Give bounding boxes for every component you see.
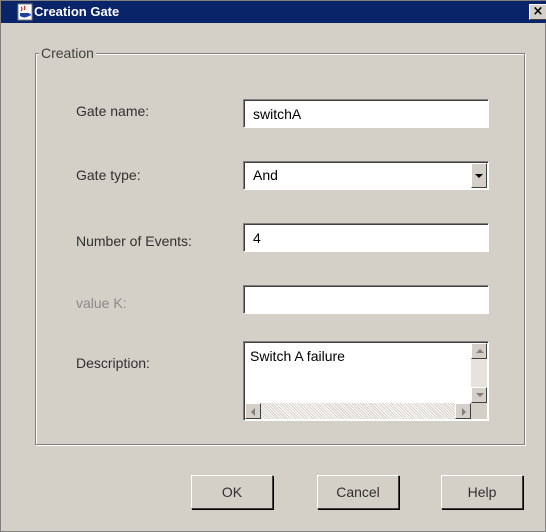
window-title: Creation Gate	[34, 4, 120, 19]
close-button[interactable]: ×	[529, 4, 546, 20]
help-button[interactable]: Help	[441, 475, 523, 509]
description-label: Description:	[76, 355, 150, 371]
java-cup-icon	[17, 3, 33, 21]
close-icon: ×	[532, 4, 544, 19]
cancel-button[interactable]: Cancel	[317, 475, 399, 509]
chevron-down-icon	[475, 174, 483, 178]
scroll-down-button[interactable]	[471, 387, 487, 403]
group-legend: Creation	[39, 45, 96, 61]
scroll-up-button[interactable]	[471, 343, 487, 359]
arrow-down-icon	[476, 393, 484, 397]
gate-name-input[interactable]	[243, 99, 489, 128]
gate-type-dropdown-button[interactable]	[471, 163, 487, 188]
description-value: Switch A failure	[250, 348, 345, 364]
creation-gate-dialog: Creation Gate × Creation Gate name: Gate…	[0, 0, 546, 532]
description-horizontal-scrollbar[interactable]	[245, 403, 471, 419]
number-of-events-input[interactable]	[243, 223, 489, 252]
gate-name-label: Gate name:	[76, 103, 150, 119]
gate-type-value: And	[253, 167, 278, 183]
title-bar[interactable]: Creation Gate ×	[1, 1, 546, 23]
arrow-up-icon	[476, 349, 484, 353]
value-k-label: value K:	[76, 295, 127, 311]
arrow-right-icon	[462, 408, 466, 416]
gate-type-label: Gate type:	[76, 167, 141, 183]
arrow-left-icon	[251, 408, 255, 416]
scrollbar-corner	[471, 403, 487, 419]
value-k-input[interactable]	[243, 285, 489, 314]
description-vertical-scrollbar[interactable]	[471, 343, 487, 403]
ok-button[interactable]: OK	[191, 475, 273, 509]
number-of-events-label: Number of Events:	[76, 233, 192, 249]
description-textarea[interactable]: Switch A failure	[243, 341, 489, 421]
scroll-right-button[interactable]	[455, 403, 471, 419]
scroll-left-button[interactable]	[245, 403, 261, 419]
gate-type-select[interactable]: And	[243, 161, 489, 190]
